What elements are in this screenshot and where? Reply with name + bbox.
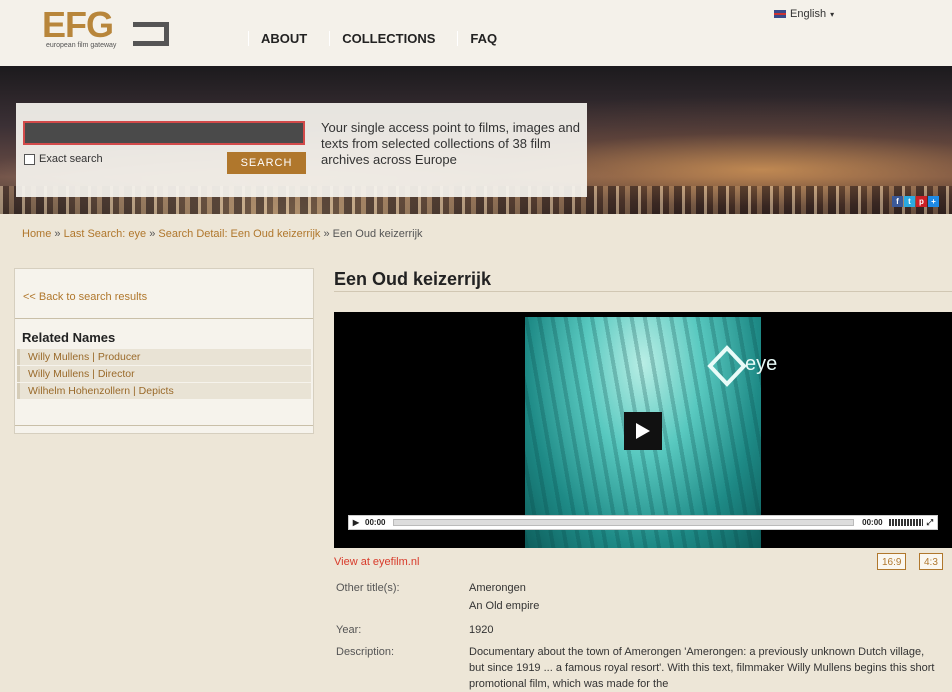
description-label: Description: <box>336 646 395 658</box>
logo-frame-icon <box>133 22 169 46</box>
twitter-icon[interactable]: t <box>904 196 915 207</box>
other-title-value: Amerongen <box>469 582 526 594</box>
breadcrumb: Home » Last Search: eye » Search Detail:… <box>22 228 423 240</box>
eye-watermark: eye <box>745 353 778 375</box>
fullscreen-icon[interactable]: ⤢ <box>927 518 937 528</box>
efg-logo[interactable]: EFG european film gateway <box>38 4 178 52</box>
exact-search-option[interactable]: Exact search <box>24 153 103 165</box>
breadcrumb-current: Een Oud keizerrijk <box>332 228 423 240</box>
share-bar: f t p + <box>892 196 939 207</box>
breadcrumb-home[interactable]: Home <box>22 228 51 240</box>
nav-about[interactable]: ABOUT <box>248 31 319 46</box>
language-selector[interactable]: English ▾ <box>774 8 834 20</box>
breadcrumb-separator: » <box>54 228 61 240</box>
aspect-16-9-button[interactable]: 16:9 <box>877 553 907 570</box>
caret-down-icon: ▾ <box>830 9 835 19</box>
nav-collections[interactable]: COLLECTIONS <box>329 31 447 46</box>
top-bar: EFG european film gateway ABOUT COLLECTI… <box>0 0 952 67</box>
related-names-heading: Related Names <box>22 330 116 345</box>
play-button[interactable] <box>624 412 662 450</box>
add-share-icon[interactable]: + <box>928 196 939 207</box>
title-divider <box>334 291 952 292</box>
year-label: Year: <box>336 624 362 636</box>
volume-slider[interactable] <box>888 519 923 526</box>
logo-subtitle: european film gateway <box>46 42 117 49</box>
search-panel: Exact search SEARCH Your single access p… <box>16 103 587 197</box>
related-name-item[interactable]: Wilhelm Hohenzollern | Depicts <box>17 383 311 399</box>
divider <box>15 318 313 319</box>
breadcrumb-separator: » <box>149 228 156 240</box>
current-time: 00:00 <box>365 518 386 527</box>
exact-search-label: Exact search <box>39 153 103 165</box>
breadcrumb-last-search[interactable]: Last Search: eye <box>64 228 147 240</box>
related-names-list: Willy Mullens | Producer Willy Mullens |… <box>17 349 311 400</box>
search-input[interactable] <box>23 121 305 145</box>
other-titles-label: Other title(s): <box>336 582 400 594</box>
view-source-link[interactable]: View at eyefilm.nl <box>334 556 419 568</box>
logo-text: EFG <box>42 4 114 45</box>
other-title-value: An Old empire <box>469 600 540 612</box>
search-button[interactable]: SEARCH <box>227 152 306 174</box>
nav-faq[interactable]: FAQ <box>457 31 509 46</box>
page-title: Een Oud keizerrijk <box>334 269 492 289</box>
year-value: 1920 <box>469 624 494 636</box>
language-label: English <box>790 8 827 20</box>
control-play-icon[interactable]: ▶ <box>349 518 363 527</box>
tagline: Your single access point to films, image… <box>321 120 580 167</box>
breadcrumb-separator: » <box>323 228 330 240</box>
related-name-item[interactable]: Willy Mullens | Producer <box>17 349 311 365</box>
main-nav: ABOUT COLLECTIONS FAQ <box>248 31 519 46</box>
uk-flag-icon <box>774 10 786 18</box>
total-time: 00:00 <box>862 518 883 527</box>
description-text: Documentary about the town of Amerongen … <box>469 646 935 690</box>
aspect-4-3-button[interactable]: 4:3 <box>919 553 943 570</box>
exact-search-checkbox[interactable] <box>24 153 35 165</box>
back-to-results-link[interactable]: << Back to search results <box>23 291 147 303</box>
video-controls: ▶ 00:00 00:00 ⤢ <box>348 515 938 530</box>
related-name-item[interactable]: Willy Mullens | Director <box>17 366 311 382</box>
divider <box>15 425 313 426</box>
video-timeline[interactable] <box>393 519 855 526</box>
eye-logo-icon <box>707 345 747 387</box>
play-icon <box>636 423 650 439</box>
video-player[interactable]: eye ▶ 00:00 00:00 ⤢ <box>334 312 952 548</box>
facebook-icon[interactable]: f <box>892 196 903 207</box>
left-panel: << Back to search results Related Names … <box>14 268 314 434</box>
breadcrumb-search-detail[interactable]: Search Detail: Een Oud keizerrijk <box>158 228 320 240</box>
pinterest-icon[interactable]: p <box>916 196 927 207</box>
